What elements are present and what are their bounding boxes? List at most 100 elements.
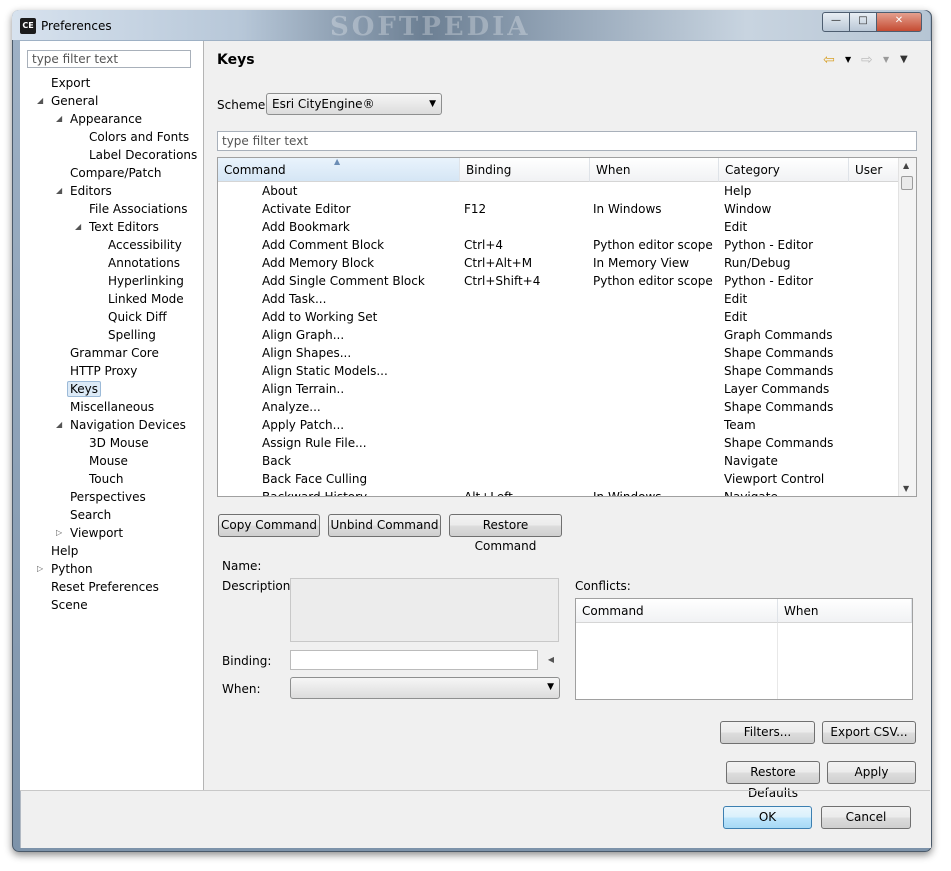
tree-item-label: Annotations [108,256,181,270]
tree-item[interactable]: Scene [51,596,88,614]
table-row[interactable]: Add Memory Block Ctrl+Alt+M In Memory View… [218,254,900,272]
tree-collapse-icon[interactable]: ◢ [56,182,62,200]
tree-item[interactable]: Spelling [108,326,156,344]
table-row[interactable]: Add Task... Edit [218,290,900,308]
scheme-select[interactable]: Esri CityEngine® ▼ [266,93,442,115]
tree-collapse-icon[interactable]: ◢ [56,416,62,434]
filters-button[interactable]: Filters... [720,721,815,744]
tree-item[interactable]: Perspectives [70,488,146,506]
close-button[interactable]: ✕ [876,12,922,32]
tree-item[interactable]: ◢ Editors [56,182,112,200]
tree-item[interactable]: Search [70,506,111,524]
tree-item-label: Appearance [70,112,143,126]
tree-item[interactable]: ▷ Python [37,560,93,578]
tree-item[interactable]: Compare/Patch [70,164,161,182]
forward-arrow-icon[interactable]: ⇨ [861,52,873,68]
tree-item[interactable]: ◢ Text Editors [75,218,159,236]
tree-item[interactable]: ◢ Appearance [56,110,143,128]
tree-collapse-icon[interactable]: ◢ [37,92,43,110]
table-row[interactable]: Activate Editor F12 In Windows Window [218,200,900,218]
table-row[interactable]: About Help [218,182,900,200]
table-row[interactable]: Align Graph... Graph Commands [218,326,900,344]
cell-binding: Ctrl+Shift+4 [464,274,541,288]
tree-expand-icon[interactable]: ▷ [56,524,62,542]
column-header-user[interactable]: User [849,158,900,182]
conflict-column-when[interactable]: When [778,599,912,623]
tree-item[interactable]: Annotations [108,254,180,272]
tree-item[interactable]: ◢ General [37,92,98,110]
back-arrow-icon[interactable]: ⇦ [823,52,835,68]
binding-input[interactable] [290,650,538,670]
restore-defaults-button[interactable]: Restore Defaults [726,761,820,800]
forward-dropdown-icon[interactable]: ▼ [883,55,889,64]
table-row[interactable]: Align Static Models... Shape Commands [218,362,900,380]
tree-item[interactable]: 3D Mouse [89,434,149,452]
minimize-button[interactable]: — [822,12,850,32]
back-dropdown-icon[interactable]: ▼ [845,55,851,64]
unbind-command-button[interactable]: Unbind Command [328,514,441,537]
copy-command-button[interactable]: Copy Command [218,514,320,537]
table-row[interactable]: Back Face Culling Viewport Control [218,470,900,488]
tree-filter-input[interactable] [27,50,191,68]
export-csv-button[interactable]: Export CSV... [822,721,916,744]
tree-item[interactable]: Help [51,542,78,560]
tree-item[interactable]: Hyperlinking [108,272,184,290]
tree-item[interactable]: Mouse [89,452,128,470]
table-row[interactable]: Align Terrain.. Layer Commands [218,380,900,398]
ok-button[interactable]: OK [723,806,812,829]
cell-command: Add Single Comment Block [262,274,425,288]
tree-item[interactable]: Accessibility [108,236,182,254]
tree-expand-icon[interactable]: ▷ [37,560,43,578]
column-header-when[interactable]: When [590,158,719,182]
cell-command: Apply Patch... [262,418,345,432]
table-row[interactable]: Apply Patch... Team [218,416,900,434]
tree-item-label: Scene [51,598,88,612]
tree-item[interactable]: HTTP Proxy [70,362,137,380]
column-header-command[interactable]: Command ▲ [218,158,460,182]
table-row[interactable]: Analyze... Shape Commands [218,398,900,416]
tree-item[interactable]: Reset Preferences [51,578,159,596]
tree-item[interactable]: Quick Diff [108,308,167,326]
tree-item[interactable]: Touch [89,470,123,488]
scroll-up-icon[interactable]: ▲ [903,161,909,170]
table-row[interactable]: Add Comment Block Ctrl+4 Python editor sco… [218,236,900,254]
table-row[interactable]: Align Shapes... Shape Commands [218,344,900,362]
tree-item[interactable]: Grammar Core [70,344,159,362]
scroll-down-icon[interactable]: ▼ [903,484,909,493]
tree-item-label: Search [70,508,112,522]
table-row[interactable]: Backward History Alt+Left In Windows Naviga… [218,488,900,496]
tree-item[interactable]: Label Decorations [89,146,197,164]
table-row[interactable]: Add Single Comment Block Ctrl+Shift+4 Pyth… [218,272,900,290]
table-row[interactable]: Back Navigate [218,452,900,470]
tree-collapse-icon[interactable]: ◢ [56,110,62,128]
tree-item[interactable]: File Associations [89,200,187,218]
cancel-button[interactable]: Cancel [821,806,911,829]
tree-item[interactable]: Keys [67,380,102,398]
tree-item[interactable]: Linked Mode [108,290,184,308]
view-menu-icon[interactable]: ▼ [900,54,908,65]
tree-item[interactable]: Export [51,74,90,92]
tree-item[interactable]: Miscellaneous [70,398,154,416]
cell-category: Edit [724,220,748,234]
column-header-category[interactable]: Category [719,158,849,182]
column-header-binding[interactable]: Binding [460,158,590,182]
table-row[interactable]: Assign Rule File... Shape Commands [218,434,900,452]
tree-item[interactable]: ◢ Navigation Devices [56,416,186,434]
conflict-column-command[interactable]: Command [576,599,778,623]
command-filter-input[interactable] [217,131,917,151]
vertical-scrollbar[interactable]: ▲ ▼ [898,158,916,496]
tree-item[interactable]: Colors and Fonts [89,128,189,146]
scrollbar-thumb[interactable] [901,176,913,190]
restore-command-button[interactable]: Restore Command [449,514,562,553]
tree-collapse-icon[interactable]: ◢ [75,218,81,236]
maximize-button[interactable]: □ [849,12,877,32]
tree-item[interactable]: ▷ Viewport [56,524,123,542]
app-icon: CE [20,18,36,34]
tree-item-label: Python [51,562,93,576]
table-row[interactable]: Add to Working Set Edit [218,308,900,326]
table-row[interactable]: Add Bookmark Edit [218,218,900,236]
binding-menu-arrow-icon[interactable]: ◀ [542,650,560,670]
when-select[interactable]: ▼ [290,677,560,699]
apply-button[interactable]: Apply [827,761,916,784]
cell-binding: Ctrl+Alt+M [464,256,533,270]
